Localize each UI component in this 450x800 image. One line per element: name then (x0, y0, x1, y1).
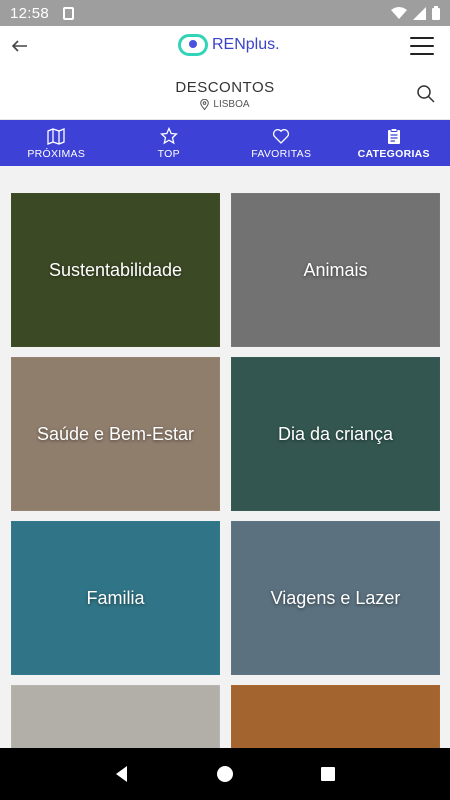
nav-back-icon[interactable] (111, 763, 133, 785)
tab-label: PRÓXIMAS (27, 147, 86, 160)
tab-label: FAVORITAS (251, 147, 312, 160)
menu-line (410, 37, 434, 39)
signal-icon (413, 6, 426, 20)
category-card[interactable]: Viagens e Lazer (231, 521, 440, 675)
tab-favoritas[interactable]: FAVORITAS (225, 120, 338, 166)
card-image-overlay (232, 686, 439, 748)
status-icons (391, 6, 440, 20)
app-bar: RENplus. (0, 26, 450, 70)
category-label: Dia da criança (277, 423, 394, 444)
back-arrow-icon[interactable] (10, 36, 30, 56)
category-label: Viagens e Lazer (270, 587, 401, 608)
menu-button[interactable] (410, 37, 434, 55)
tab-top[interactable]: TOP (113, 120, 226, 166)
category-card[interactable] (231, 685, 440, 748)
location-label: LISBOA (213, 99, 250, 110)
system-nav-bar (0, 748, 450, 800)
category-card[interactable]: Dia da criança (231, 357, 440, 511)
star-icon (159, 126, 178, 144)
nav-recents-icon[interactable] (317, 763, 339, 785)
menu-line (410, 45, 434, 47)
category-card[interactable]: Animais (231, 193, 440, 347)
tab-categorias[interactable]: CATEGORIAS (338, 120, 450, 166)
category-label: Sustentabilidade (48, 259, 183, 280)
tab-proximas[interactable]: PRÓXIMAS (0, 120, 113, 166)
map-icon (47, 127, 65, 145)
category-card[interactable]: Saúde e Bem-Estar (11, 357, 220, 511)
nav-home-icon[interactable] (214, 763, 236, 785)
categories-list: Sustentabilidade Animais Saúde e Bem-Estar… (0, 166, 450, 748)
tab-label: TOP (157, 147, 180, 160)
category-card[interactable]: Familia (11, 521, 220, 675)
menu-line (410, 53, 434, 55)
page-title: DESCONTOS (175, 79, 275, 96)
page-header: DESCONTOS LISBOA (0, 70, 450, 120)
category-label: Animais (303, 259, 368, 280)
tab-label: CATEGORIAS (357, 147, 430, 160)
status-time: 12:58 (10, 4, 50, 22)
logo: RENplus. (178, 34, 280, 56)
location-selector[interactable]: LISBOA (0, 99, 450, 110)
sim-icon (63, 6, 75, 20)
card-image-overlay (12, 686, 219, 748)
category-label: Saúde e Bem-Estar (36, 423, 195, 444)
location-pin-icon (200, 99, 210, 110)
category-label: Familia (86, 587, 145, 608)
status-bar: 12:58 (0, 0, 450, 26)
clipboard-icon (387, 127, 400, 144)
tab-bar: PRÓXIMAS TOP FAVORITAS CATEGORIAS (0, 120, 450, 166)
heart-icon (273, 128, 290, 144)
logo-text: RENplus. (212, 36, 280, 53)
wifi-icon (391, 6, 407, 19)
battery-icon (432, 6, 440, 20)
logo-mark-icon (178, 34, 208, 56)
category-card[interactable]: Sustentabilidade (11, 193, 220, 347)
search-icon[interactable] (416, 84, 436, 104)
category-card[interactable] (11, 685, 220, 748)
